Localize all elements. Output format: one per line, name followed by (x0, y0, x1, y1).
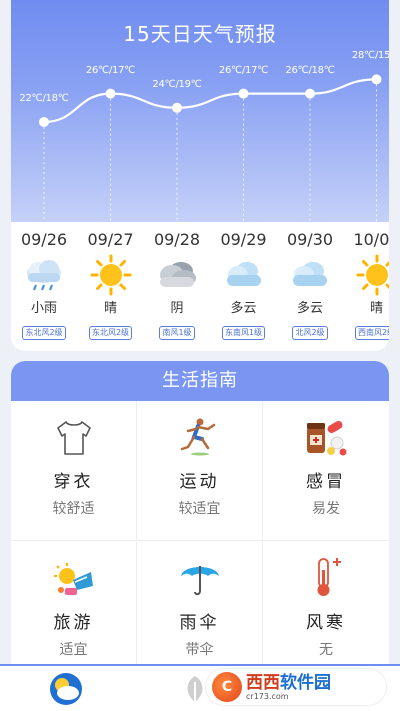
thermometer-icon (263, 542, 389, 598)
medicine-icon (263, 401, 389, 457)
temperature-line-chart (39, 74, 382, 222)
rain-icon (14, 252, 74, 298)
watermark-sub: 软件园 (280, 673, 331, 693)
guide-item[interactable]: 风寒无 (263, 542, 389, 671)
day-item[interactable]: 09/28 阴南风1级 (147, 228, 207, 340)
nav-leaf-tab[interactable] (182, 674, 208, 708)
guide-item[interactable]: 雨伞 带伞 (137, 542, 263, 671)
guide-item[interactable]: 旅游 适宜 (11, 542, 137, 671)
wind-badge: 西南风2级 (354, 326, 389, 340)
day-condition: 多云 (230, 301, 257, 316)
temperature-label: 26℃/18℃ (285, 64, 335, 76)
temperature-point-3 (238, 88, 249, 99)
life-guide-grid: 穿衣 较舒适 运动 较适宜 感冒 易发 旅游 适宜 雨伞 带伞 风寒无 (11, 401, 389, 671)
temperature-label: 22℃/18℃ (19, 93, 69, 104)
guide-item[interactable]: 运动 较适宜 (137, 401, 263, 541)
temperature-point-5 (371, 74, 382, 85)
wind-badge: 东北风2级 (22, 326, 66, 340)
temperature-point-2 (172, 102, 182, 113)
guide-item-value: 较适宜 (178, 501, 221, 517)
forecast-chart: 15天日天气预报 22℃/18℃ 26℃/17℃ 24℃/19℃ 26℃/17℃ 26℃… (11, 0, 389, 222)
day-date: 09/28 (153, 230, 201, 249)
wind-badge: 东南风1级 (221, 326, 266, 340)
day-date: 09/30 (286, 230, 334, 249)
temperature-label: 26℃/17℃ (85, 64, 136, 76)
life-guide-title: 生活指南 (11, 361, 389, 401)
guide-item-title: 穿衣 (53, 472, 94, 492)
guide-item[interactable]: 感冒 易发 (263, 401, 389, 541)
nav-weather-tab[interactable] (48, 672, 84, 710)
guide-item-value: 无 (319, 642, 333, 658)
day-date: 09/29 (220, 230, 267, 249)
sun-icon (81, 252, 141, 298)
watermark-badge: C 西西软件园 cr173.com (206, 669, 386, 705)
day-condition: 小雨 (30, 301, 57, 316)
watermark-url: cr173.com (246, 692, 289, 701)
cloudy-icon (214, 252, 274, 298)
wind-badge: 南风1级 (159, 326, 195, 340)
day-item[interactable]: 10/01 晴西南风2级 (347, 228, 389, 340)
day-condition: 阴 (170, 301, 184, 316)
umbrella-icon (137, 542, 262, 598)
guide-item-title: 感冒 (306, 472, 346, 492)
day-item[interactable]: 09/29 多云东南风1级 (214, 228, 274, 340)
travel-icon (11, 542, 136, 598)
day-condition: 多云 (296, 301, 323, 316)
day-item[interactable]: 09/30 多云北风2级 (280, 228, 340, 340)
guide-item-value: 带伞 (185, 642, 214, 658)
forecast-card: 15天日天气预报 22℃/18℃ 26℃/17℃ 24℃/19℃ 26℃/17℃ 26℃… (11, 0, 389, 351)
watermark-logo: C (212, 672, 242, 702)
wind-badge: 东北风2级 (88, 326, 133, 340)
guide-item-value: 易发 (312, 501, 340, 517)
day-item[interactable]: 09/26 小雨东北风2级 (14, 228, 74, 340)
temperature-label: 26℃/17℃ (218, 64, 269, 76)
day-item[interactable]: 09/27 晴东北风2级 (81, 228, 141, 340)
running-icon (137, 401, 262, 457)
overcast-icon (147, 252, 207, 298)
guide-item-value: 较舒适 (52, 501, 95, 517)
temperature-point-0 (39, 117, 49, 127)
leaf-tab-icon (187, 676, 203, 702)
day-condition: 晴 (103, 301, 117, 316)
day-date: 10/01 (353, 230, 389, 249)
temperature-label: 24℃/19℃ (152, 78, 202, 90)
life-guide-card: 生活指南 穿衣 较舒适 运动 较适宜 感冒 易发 旅游 适宜 雨伞 带伞 风寒无 (11, 361, 389, 671)
guide-item-title: 风寒 (306, 613, 346, 633)
weather-tab-icon (50, 673, 82, 705)
temperature-label: 28℃/15℃ (351, 50, 389, 62)
guide-item-value: 适宜 (59, 642, 88, 658)
watermark-name: 西西 (246, 673, 280, 693)
temperature-point-1 (105, 88, 116, 99)
bottom-nav-bar: C 西西软件园 cr173.com (0, 664, 400, 711)
day-condition: 晴 (369, 301, 383, 316)
wind-badge: 北风2级 (292, 326, 328, 340)
guide-item-title: 运动 (179, 472, 220, 492)
guide-item-title: 旅游 (53, 613, 94, 633)
tshirt-icon (11, 401, 136, 457)
sun-icon (347, 252, 389, 298)
temperature-point-4 (305, 88, 315, 99)
guide-item[interactable]: 穿衣 较舒适 (11, 401, 137, 541)
temperature-line (43, 78, 377, 124)
cloudy-icon (280, 252, 340, 298)
day-date: 09/27 (87, 230, 134, 249)
day-date: 09/26 (20, 230, 68, 249)
guide-item-title: 雨伞 (179, 613, 220, 633)
